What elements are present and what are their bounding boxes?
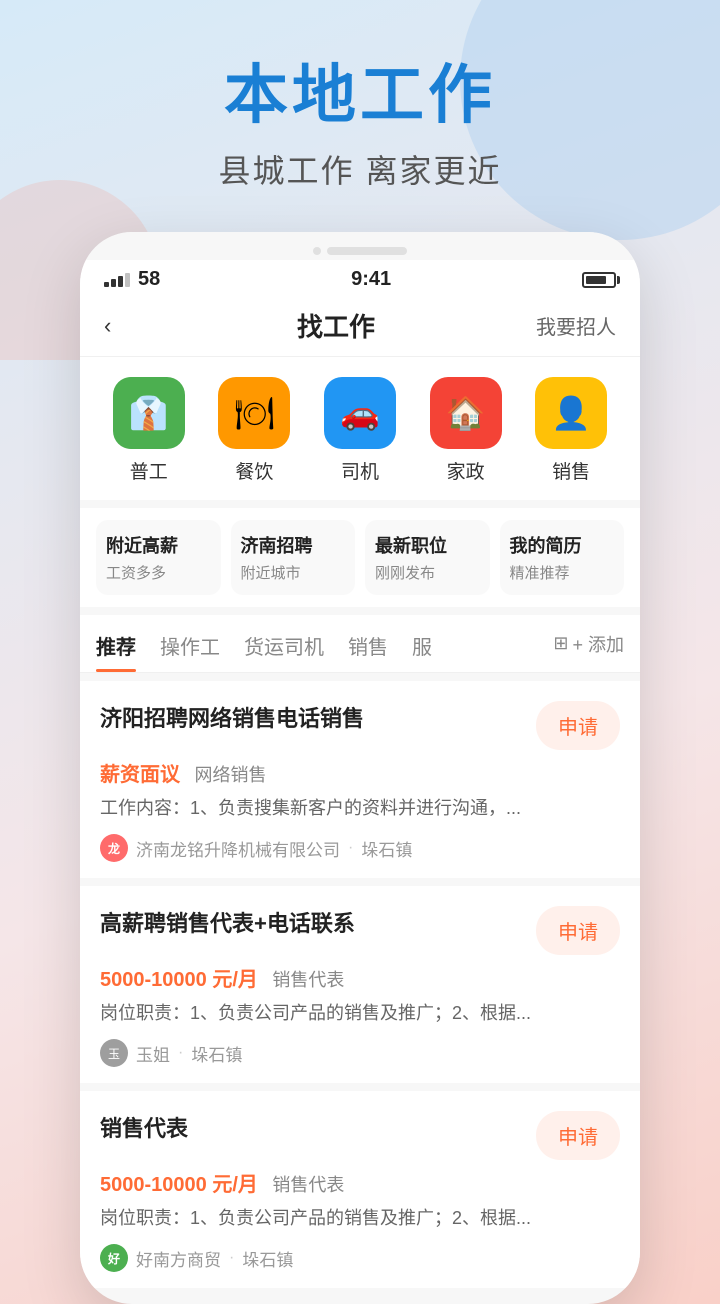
job-title-1: 济阳招聘网络销售电话销售 bbox=[100, 701, 520, 733]
food-icon: 🍽 bbox=[218, 377, 290, 449]
quick-links-section: 附近高薪 工资多多 济南招聘 附近城市 最新职位 刚刚发布 我的简历 精准推荐 bbox=[80, 508, 640, 607]
tab-clothes[interactable]: 服 bbox=[412, 615, 432, 672]
battery-icon bbox=[582, 272, 616, 288]
ql-title-4: 我的简历 bbox=[510, 532, 615, 558]
job-salary-3: 5000-10000 元/月 bbox=[100, 1174, 258, 1196]
ql-title-2: 济南招聘 bbox=[241, 532, 346, 558]
category-sales[interactable]: 👤 销售 bbox=[535, 377, 607, 484]
job-card-header-3: 销售代表 申请 bbox=[100, 1111, 620, 1160]
job-salary-row-3: 5000-10000 元/月 销售代表 bbox=[100, 1168, 620, 1197]
job-card-header-2: 高薪聘销售代表+电话联系 申请 bbox=[100, 906, 620, 955]
apply-button-3[interactable]: 申请 bbox=[536, 1111, 620, 1160]
quick-link-resume[interactable]: 我的简历 精准推荐 bbox=[500, 520, 625, 595]
location-2: 垛石镇 bbox=[191, 1041, 242, 1066]
location-3: 垛石镇 bbox=[242, 1246, 293, 1271]
category-sales-label: 销售 bbox=[552, 457, 590, 484]
quick-link-nearby-highsalary[interactable]: 附近高薪 工资多多 bbox=[96, 520, 221, 595]
ql-sub-4: 精准推荐 bbox=[510, 562, 615, 583]
job-footer-1: 龙 济南龙铭升降机械有限公司 · 垛石镇 bbox=[100, 834, 620, 862]
job-desc-3: 岗位职责：1、负责公司产品的销售及推广；2、根据... bbox=[100, 1205, 620, 1232]
company-name-1: 济南龙铭升降机械有限公司 bbox=[136, 836, 340, 861]
quick-link-latest[interactable]: 最新职位 刚刚发布 bbox=[365, 520, 490, 595]
job-card-header-1: 济阳招聘网络销售电话销售 申请 bbox=[100, 701, 620, 750]
ql-sub-1: 工资多多 bbox=[106, 562, 211, 583]
phone-camera bbox=[313, 247, 321, 255]
job-salary-row-1: 薪资面议 网络销售 bbox=[100, 758, 620, 787]
header-section: 本地工作 县城工作 离家更近 bbox=[219, 0, 502, 212]
category-general-label: 普工 bbox=[130, 457, 168, 484]
status-bar: 58 9:41 bbox=[80, 260, 640, 295]
tab-freight-driver[interactable]: 货运司机 bbox=[244, 615, 324, 672]
job-title-3: 销售代表 bbox=[100, 1111, 520, 1143]
job-type-1: 网络销售 bbox=[194, 765, 266, 785]
signal-number: 58 bbox=[138, 268, 160, 291]
battery-fill bbox=[586, 276, 606, 284]
ql-sub-2: 附近城市 bbox=[241, 562, 346, 583]
nav-bar: ‹ 找工作 我要招人 bbox=[80, 295, 640, 357]
company-avatar-3: 好 bbox=[100, 1244, 128, 1272]
ql-sub-3: 刚刚发布 bbox=[375, 562, 480, 583]
dot-2: · bbox=[178, 1044, 183, 1062]
apply-button-1[interactable]: 申请 bbox=[536, 701, 620, 750]
sub-title: 县城工作 离家更近 bbox=[219, 146, 502, 192]
home-icon: 🏠 bbox=[430, 377, 502, 449]
company-avatar-1: 龙 bbox=[100, 834, 128, 862]
category-driver[interactable]: 🚗 司机 bbox=[324, 377, 396, 484]
phone-pill bbox=[327, 247, 407, 255]
ql-title-1: 附近高薪 bbox=[106, 532, 211, 558]
ql-title-3: 最新职位 bbox=[375, 532, 480, 558]
category-home-label: 家政 bbox=[447, 457, 485, 484]
job-desc-1: 工作内容：1、负责搜集新客户的资料并进行沟通，... bbox=[100, 795, 620, 822]
recruit-button[interactable]: 我要招人 bbox=[536, 311, 616, 340]
phone-mockup: 58 9:41 ‹ 找工作 我要招人 👔 普工 🍽 餐饮 🚗 bbox=[80, 232, 640, 1304]
tabs-section: 推荐 操作工 货运司机 销售 服 ⊞ + 添加 bbox=[80, 615, 640, 673]
page-title: 找工作 bbox=[297, 307, 375, 344]
general-icon: 👔 bbox=[113, 377, 185, 449]
apply-button-2[interactable]: 申请 bbox=[536, 906, 620, 955]
job-card-3: 销售代表 申请 5000-10000 元/月 销售代表 岗位职责：1、负责公司产… bbox=[80, 1091, 640, 1288]
job-list: 济阳招聘网络销售电话销售 申请 薪资面议 网络销售 工作内容：1、负责搜集新客户… bbox=[80, 673, 640, 1304]
job-footer-2: 玉 玉姐 · 垛石镇 bbox=[100, 1039, 620, 1067]
status-time: 9:41 bbox=[351, 268, 391, 291]
plus-icon: ⊞ bbox=[553, 633, 568, 654]
category-food[interactable]: 🍽 餐饮 bbox=[218, 377, 290, 484]
company-name-3: 好南方商贸 bbox=[136, 1246, 221, 1271]
main-title: 本地工作 bbox=[219, 60, 502, 130]
category-driver-label: 司机 bbox=[341, 457, 379, 484]
phone-wrapper: 58 9:41 ‹ 找工作 我要招人 👔 普工 🍽 餐饮 🚗 bbox=[80, 232, 640, 1304]
job-salary-1: 薪资面议 bbox=[100, 764, 180, 786]
dot-1: · bbox=[348, 839, 353, 857]
dot-3: · bbox=[229, 1249, 234, 1267]
job-card-1: 济阳招聘网络销售电话销售 申请 薪资面议 网络销售 工作内容：1、负责搜集新客户… bbox=[80, 681, 640, 878]
job-footer-3: 好 好南方商贸 · 垛石镇 bbox=[100, 1244, 620, 1272]
job-salary-2: 5000-10000 元/月 bbox=[100, 969, 258, 991]
category-home[interactable]: 🏠 家政 bbox=[430, 377, 502, 484]
sales-icon: 👤 bbox=[535, 377, 607, 449]
company-name-2: 玉姐 bbox=[136, 1041, 170, 1066]
company-avatar-2: 玉 bbox=[100, 1039, 128, 1067]
location-1: 垛石镇 bbox=[361, 836, 412, 861]
tab-sales[interactable]: 销售 bbox=[348, 615, 388, 672]
tab-add-label: + 添加 bbox=[572, 631, 624, 657]
job-title-2: 高薪聘销售代表+电话联系 bbox=[100, 906, 520, 938]
signal-icon bbox=[104, 273, 130, 287]
job-salary-row-2: 5000-10000 元/月 销售代表 bbox=[100, 963, 620, 992]
back-button[interactable]: ‹ bbox=[104, 313, 136, 339]
job-desc-2: 岗位职责：1、负责公司产品的销售及推广；2、根据... bbox=[100, 1000, 620, 1027]
category-food-label: 餐饮 bbox=[235, 457, 273, 484]
driver-icon: 🚗 bbox=[324, 377, 396, 449]
job-type-2: 销售代表 bbox=[272, 970, 344, 990]
tab-operator[interactable]: 操作工 bbox=[160, 615, 220, 672]
tab-recommend[interactable]: 推荐 bbox=[96, 615, 136, 672]
quick-link-jinan[interactable]: 济南招聘 附近城市 bbox=[231, 520, 356, 595]
category-general[interactable]: 👔 普工 bbox=[113, 377, 185, 484]
tab-add-button[interactable]: ⊞ + 添加 bbox=[553, 631, 624, 657]
job-type-3: 销售代表 bbox=[272, 1175, 344, 1195]
job-card-2: 高薪聘销售代表+电话联系 申请 5000-10000 元/月 销售代表 岗位职责… bbox=[80, 886, 640, 1083]
status-left: 58 bbox=[104, 268, 160, 291]
category-section: 👔 普工 🍽 餐饮 🚗 司机 🏠 家政 👤 销售 bbox=[80, 357, 640, 500]
phone-top-bar bbox=[80, 232, 640, 260]
